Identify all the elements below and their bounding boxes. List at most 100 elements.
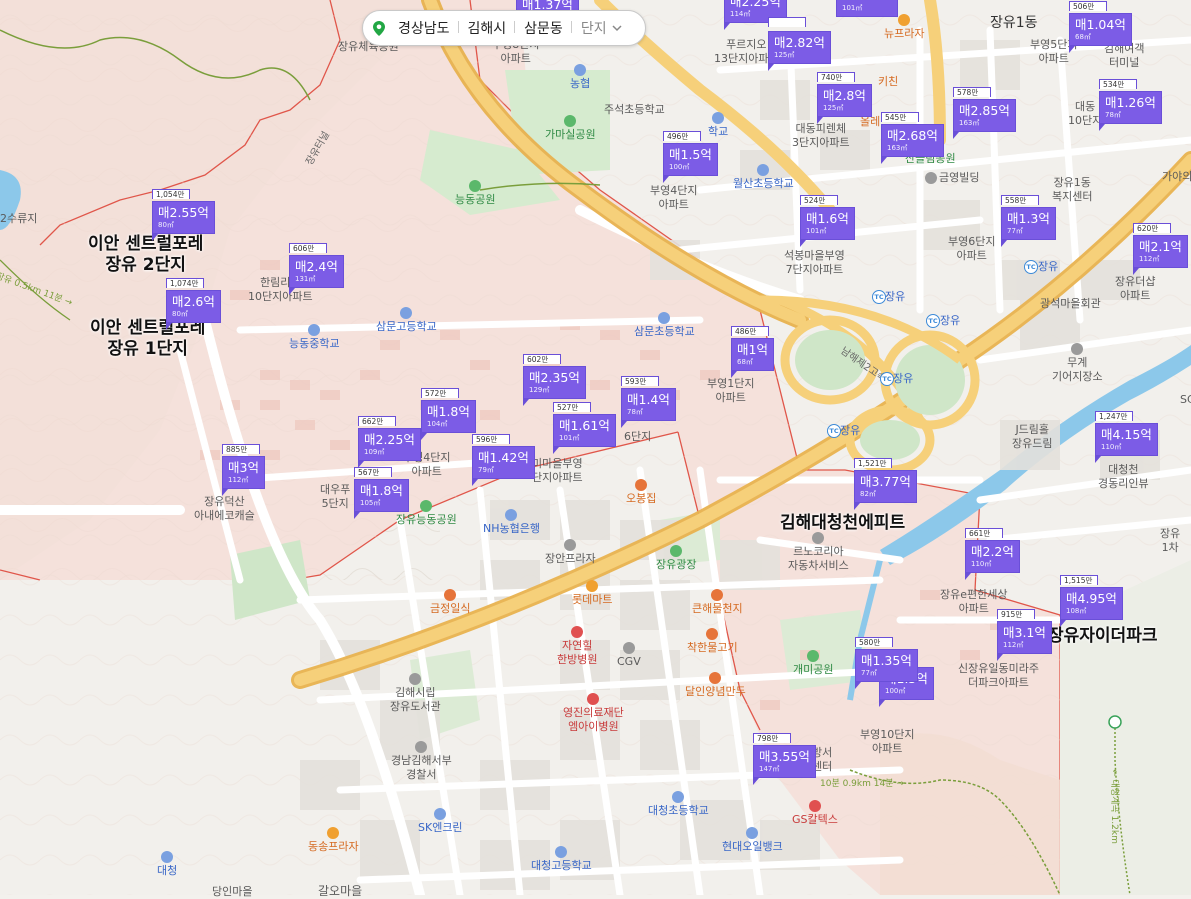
poi-buyeong1[interactable]: 부영1단지 아파트	[707, 377, 754, 405]
poi-daecheong-high[interactable]: 대청고등학교	[531, 846, 592, 873]
poi-sk-engine[interactable]: SK엔크린	[418, 808, 463, 835]
poi-kitchen[interactable]: 키친	[878, 75, 898, 89]
poi-daewoo[interactable]: 대우푸 5단지	[320, 483, 350, 511]
poi-gwangseok[interactable]: 광석마을회관	[1040, 297, 1101, 311]
price-marker[interactable]: 545만 매2.68억 163㎡	[881, 105, 944, 164]
price-marker[interactable]: 567만 매1.8억 105㎡	[354, 460, 409, 519]
price-marker[interactable]: 593만 매1.4억 78㎡	[621, 369, 676, 428]
price-marker[interactable]: 매2.82억 125㎡	[768, 12, 831, 71]
poi-jakhan[interactable]: 착한물고기	[687, 628, 738, 655]
price-marker[interactable]: 915만 매3.1억 112㎡	[997, 602, 1052, 661]
poi-neulbit[interactable]: 금영빌딩	[925, 171, 979, 185]
poi-daecheong-station[interactable]: 대청	[157, 851, 177, 878]
poi-jangyu-tc4[interactable]: 장유	[893, 372, 913, 386]
poi-geumjeong[interactable]: 금정일식	[430, 589, 470, 616]
poi-cgv[interactable]: CGV	[617, 642, 641, 669]
price-marker[interactable]: 578만 매2.85억 163㎡	[953, 80, 1016, 139]
poi-2suryuji[interactable]: 2수류지	[0, 212, 37, 226]
marker-area: 129㎡	[529, 386, 550, 394]
poi-sinjangyu[interactable]: 신장유일동미라주 더파크아파트	[958, 662, 1039, 690]
poi-jangyu-square[interactable]: 장유광장	[656, 545, 696, 572]
complex-label-jangyu-xi[interactable]: 장유자이더파크	[1048, 626, 1157, 647]
price-marker[interactable]: 534만 매1.26억 78㎡	[1099, 72, 1162, 131]
poi-lotte-mart[interactable]: 롯데마트	[572, 580, 612, 607]
poi-jakhan-label: 착한물고기	[687, 641, 738, 654]
poi-jangyu-tc3[interactable]: 장유	[940, 314, 960, 328]
poi-wolsan-school[interactable]: 월산초등학교	[733, 164, 794, 191]
poi-dalin[interactable]: 달인양념만두	[685, 672, 746, 699]
price-marker[interactable]: 496만 매1.5억 100㎡	[663, 124, 718, 183]
poi-baegong[interactable]: 갈오마을	[318, 884, 362, 898]
poi-jangyu-deoksan[interactable]: 장유덕산 아내에코캐슬	[194, 495, 255, 523]
poi-jangan-plaza[interactable]: 장안프라자	[545, 539, 596, 566]
poi-daedong-10[interactable]: 대동 10단지	[1068, 100, 1102, 128]
poi-gaemi-park[interactable]: 개미공원	[793, 650, 833, 677]
price-marker[interactable]: 1,247만 매4.15억 110㎡	[1095, 404, 1158, 463]
poi-jdream[interactable]: J드림홀 장유드림	[1012, 423, 1052, 451]
poi-jangyu1-welfare[interactable]: 장유1동 복지센터	[1052, 176, 1092, 204]
poi-mugye[interactable]: 무계 기어지장소	[1052, 343, 1103, 384]
poi-jangyu-1cha[interactable]: 장유 1차	[1160, 527, 1180, 555]
price-marker[interactable]: 101㎡	[836, 0, 898, 17]
poi-gs-caltex[interactable]: GS칼텍스	[792, 800, 838, 827]
complex-label-gimhae-daecheong[interactable]: 김해대청천에피트	[780, 513, 905, 534]
price-marker[interactable]: 1,515만 매4.95억 108㎡	[1060, 568, 1123, 627]
poi-jangyu-tc5[interactable]: 장유	[840, 424, 860, 438]
poi-jangyu-deosan[interactable]: 장유더샵 아파트	[1115, 275, 1155, 303]
poi-newplaza[interactable]: 뉴프라자	[884, 14, 924, 41]
price-marker[interactable]: 572만 매1.8억 104㎡	[421, 381, 476, 440]
poi-dongsong[interactable]: 동송프라자	[308, 827, 359, 854]
poi-youngjin-hospital[interactable]: 영진의료재단 엠아이병원	[563, 693, 624, 734]
poi-seokbong[interactable]: 석봉마을부영 7단지아파트	[784, 249, 845, 277]
price-marker[interactable]: 558만 매1.3억 77㎡	[1001, 188, 1056, 247]
price-marker[interactable]: 740만 매2.8억 125㎡	[817, 65, 872, 124]
price-marker[interactable]: 506만 매1.04억 68㎡	[1069, 0, 1132, 53]
marker-unit-price: 558만	[1001, 195, 1039, 205]
price-marker[interactable]: 885만 매3억 112㎡	[222, 437, 265, 496]
poi-nh-bank[interactable]: NH농협은행	[483, 509, 540, 536]
poi-jangyu-tc1[interactable]: 장유	[1038, 260, 1058, 274]
price-marker[interactable]: 486만 매1억 68㎡	[731, 319, 774, 378]
poi-neungdong-mid[interactable]: 능동중학교	[289, 324, 340, 351]
poi-gayaui[interactable]: 가야의	[1162, 170, 1191, 184]
poi-samun-school[interactable]: 삼문초등학교	[634, 312, 695, 339]
poi-lenocorea[interactable]: 르노코리아 자동차서비스	[788, 532, 849, 573]
price-marker[interactable]: 596만 매1.42억 79㎡	[472, 427, 535, 486]
poi-daecheong-river[interactable]: 대청천 경동리인뷰	[1098, 463, 1149, 491]
price-marker[interactable]: 606만 매2.4억 131㎡	[289, 236, 344, 295]
poi-buyeong4[interactable]: 부영4단지 아파트	[650, 184, 697, 212]
poi-buyeong6[interactable]: 부영6단지 아파트	[948, 235, 995, 263]
price-marker[interactable]: 524만 매1.6억 101㎡	[800, 188, 855, 247]
poi-gyeongnam-police[interactable]: 경남김해서부 경찰서	[391, 741, 452, 782]
breadcrumb-dong[interactable]: 삼문동	[514, 18, 572, 38]
poi-samun-high[interactable]: 삼문고등학교	[376, 307, 437, 334]
poi-jayeon-hospital[interactable]: 자연힐 한방병원	[557, 626, 597, 667]
poi-buyeong6b[interactable]: 6단지	[624, 430, 651, 444]
poi-buyeong10[interactable]: 부영10단지 아파트	[860, 728, 914, 756]
poi-sc[interactable]: SC	[1180, 393, 1191, 407]
breadcrumb-complex-select[interactable]: 단지	[570, 18, 631, 38]
price-marker[interactable]: 1,074만 매2.6억 80㎡	[166, 271, 221, 330]
price-marker[interactable]: 527만 매1.61억 101㎡	[553, 395, 616, 454]
poi-gimhae-library[interactable]: 김해시립 장유도서관	[390, 673, 441, 714]
poi-neungdong-park[interactable]: 능동공원	[455, 180, 495, 207]
poi-daedong-1[interactable]: 대동피렌체 3단지아파트	[792, 122, 850, 150]
poi-bumi-buyeong[interactable]: 미마을부영 단지아파트	[532, 457, 583, 485]
price-marker[interactable]: 1,054만 매2.55억 80㎡	[152, 182, 215, 241]
poi-jangyu-tc2[interactable]: 장유	[885, 290, 905, 304]
price-marker[interactable]: 620만 매2.1억 112㎡	[1133, 216, 1188, 275]
price-marker[interactable]: 1,521만 매3.77억 82㎡	[854, 451, 917, 510]
poi-keunhae[interactable]: 큰해물천지	[692, 589, 743, 616]
price-marker[interactable]: 661만 매2.2억 110㎡	[965, 521, 1020, 580]
breadcrumb-province[interactable]: 경상남도	[389, 18, 459, 38]
price-marker[interactable]: 798만 매3.55억 147㎡	[753, 726, 816, 785]
poi-nonghyup[interactable]: 농협	[570, 64, 590, 91]
poi-gamasil-park[interactable]: 가마실공원	[545, 115, 596, 142]
breadcrumb-city[interactable]: 김해시	[457, 18, 516, 38]
poi-jusuk-school[interactable]: 주석초등학교	[604, 103, 665, 117]
poi-dongmyeong[interactable]: 당인마을	[212, 885, 252, 899]
poi-daecheong-school[interactable]: 대청초등학교	[648, 791, 709, 818]
price-marker[interactable]: 580만 매1.35억 77㎡	[855, 630, 918, 689]
poi-obongjip[interactable]: 오봉집	[626, 479, 656, 506]
poi-hyundai-bank[interactable]: 현대오일뱅크	[722, 827, 783, 854]
